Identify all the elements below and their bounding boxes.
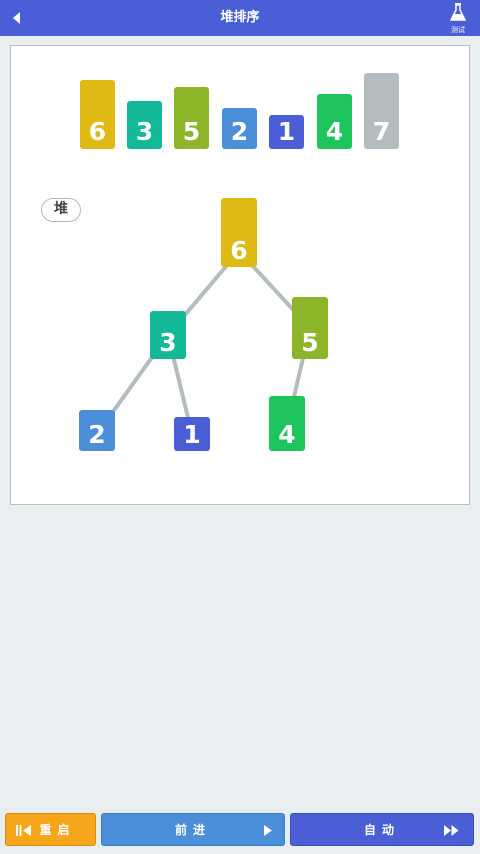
- heap-node: 2: [79, 410, 115, 451]
- page-title: 堆排序: [220, 10, 260, 25]
- heap-node-value: 3: [159, 328, 177, 357]
- restart-button[interactable]: 重启: [5, 813, 96, 846]
- test-button[interactable]: 测试: [448, 3, 468, 34]
- forward-button[interactable]: 前进: [101, 813, 285, 846]
- heap-node: 4: [269, 396, 305, 451]
- heap-node: 1: [174, 417, 210, 451]
- auto-label: 自动: [363, 823, 400, 837]
- forward-label: 前进: [174, 823, 211, 837]
- fast-forward-icon: [444, 825, 459, 836]
- heap-node: 6: [221, 198, 257, 267]
- top-bar: 堆排序 测试: [0, 0, 480, 36]
- heap-node-value: 5: [301, 328, 319, 357]
- heap-node-value: 4: [278, 420, 296, 449]
- restart-label: 重启: [39, 823, 76, 837]
- heap-node: 5: [292, 297, 328, 359]
- heap-node-value: 1: [183, 420, 201, 449]
- heap-node: 3: [150, 311, 186, 359]
- skip-back-icon: [16, 825, 31, 836]
- flask-icon: [449, 3, 467, 21]
- heap-node-value: 2: [88, 420, 106, 449]
- heap-node-value: 6: [230, 236, 248, 265]
- auto-button[interactable]: 自动: [290, 813, 474, 846]
- play-icon: [264, 825, 272, 836]
- visualization-panel: 6 3 5 2 1 4 7 堆 6 3 5 2 1 4: [10, 45, 470, 505]
- test-label: 测试: [451, 26, 465, 34]
